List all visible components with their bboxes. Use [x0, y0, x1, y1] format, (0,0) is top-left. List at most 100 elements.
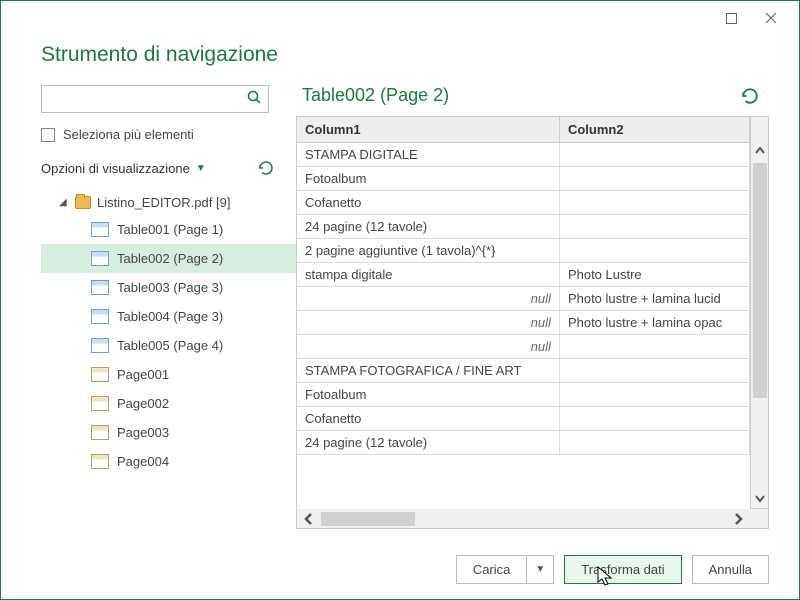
- window-titlebar: [1, 1, 799, 35]
- tree-item[interactable]: Table001 (Page 1): [41, 215, 296, 244]
- horizontal-scrollbar[interactable]: [296, 509, 769, 529]
- footer: Carica ▼ Trasforma dati Annulla: [1, 539, 799, 599]
- column-header[interactable]: Column2: [559, 117, 749, 143]
- tree-item[interactable]: Table002 (Page 2): [41, 244, 296, 273]
- tree-item-label: Table002 (Page 2): [117, 251, 223, 266]
- cell: [559, 383, 749, 407]
- tree-item[interactable]: Page003: [41, 418, 296, 447]
- table-row[interactable]: 24 pagine (12 tavole): [297, 215, 750, 239]
- table-row[interactable]: Fotoalbum: [297, 167, 750, 191]
- column-header[interactable]: Column1: [297, 117, 559, 143]
- folder-icon: [75, 196, 91, 209]
- cell: 2 pagine aggiuntive (1 tavola)^{*}: [297, 239, 559, 263]
- tree-item[interactable]: Page002: [41, 389, 296, 418]
- cell: STAMPA FOTOGRAFICA / FINE ART: [297, 359, 559, 383]
- table-row[interactable]: Fotoalbum: [297, 383, 750, 407]
- tree-item[interactable]: Table003 (Page 3): [41, 273, 296, 302]
- tree-item[interactable]: Page001: [41, 360, 296, 389]
- cell: [559, 215, 749, 239]
- close-button[interactable]: [751, 4, 791, 32]
- tree-item-label: Table005 (Page 4): [117, 338, 223, 353]
- tree-item-label: Page001: [117, 367, 169, 382]
- load-button[interactable]: Carica ▼: [456, 555, 554, 584]
- refresh-icon[interactable]: [258, 160, 274, 176]
- vertical-scrollbar[interactable]: [751, 116, 769, 509]
- table-icon: [91, 251, 109, 266]
- transform-button[interactable]: Trasforma dati: [564, 555, 681, 584]
- cell: null: [297, 287, 559, 311]
- table-row[interactable]: STAMPA FOTOGRAFICA / FINE ART: [297, 359, 750, 383]
- cell: Photo Lustre: [559, 263, 749, 287]
- preview-panel: Table002 (Page 2) Column1 Column2 ST: [296, 85, 769, 529]
- left-panel: Seleziona più elementi Opzioni di visual…: [41, 85, 296, 529]
- cell: [559, 335, 749, 359]
- cell: Cofanetto: [297, 407, 559, 431]
- table-icon: [91, 338, 109, 353]
- cell: Fotoalbum: [297, 383, 559, 407]
- scroll-thumb[interactable]: [753, 163, 767, 398]
- table-row[interactable]: stampa digitalePhoto Lustre: [297, 263, 750, 287]
- sheet-icon: [91, 396, 109, 411]
- display-options-label: Opzioni di visualizzazione: [41, 161, 190, 176]
- cell: STAMPA DIGITALE: [297, 143, 559, 167]
- table-row[interactable]: 24 pagine (12 tavole): [297, 431, 750, 455]
- cell: null: [297, 311, 559, 335]
- cell: [559, 407, 749, 431]
- cell: 24 pagine (12 tavole): [297, 431, 559, 455]
- sheet-icon: [91, 454, 109, 469]
- checkbox-icon: [41, 128, 55, 142]
- tree-item[interactable]: Page004: [41, 447, 296, 476]
- table-row[interactable]: 2 pagine aggiuntive (1 tavola)^{*}: [297, 239, 750, 263]
- refresh-preview-icon[interactable]: [741, 87, 759, 105]
- cell: [559, 191, 749, 215]
- cell: null: [297, 335, 559, 359]
- sheet-icon: [91, 367, 109, 382]
- table-row[interactable]: nullPhoto lustre + lamina opac: [297, 311, 750, 335]
- cell: [559, 239, 749, 263]
- load-label: Carica: [457, 556, 528, 583]
- scroll-up-icon: [754, 141, 766, 161]
- dialog-title: Strumento di navigazione: [1, 35, 799, 85]
- collapse-icon: ◢: [59, 197, 69, 208]
- table-row[interactable]: null: [297, 335, 750, 359]
- tree-item-label: Table004 (Page 3): [117, 309, 223, 324]
- table-icon: [91, 222, 109, 237]
- tree-item-label: Page003: [117, 425, 169, 440]
- maximize-button[interactable]: [711, 4, 751, 32]
- navigator-dialog: Strumento di navigazione Seleziona più e…: [0, 0, 800, 600]
- cancel-button[interactable]: Annulla: [692, 555, 769, 584]
- scroll-right-icon: [726, 512, 750, 526]
- tree-item-label: Table001 (Page 1): [117, 222, 223, 237]
- folder-label: Listino_EDITOR.pdf [9]: [97, 195, 230, 210]
- table-icon: [91, 309, 109, 324]
- cell: [559, 143, 749, 167]
- table-row[interactable]: Cofanetto: [297, 191, 750, 215]
- table-row[interactable]: nullPhoto lustre + lamina lucid: [297, 287, 750, 311]
- tree-item[interactable]: Table004 (Page 3): [41, 302, 296, 331]
- cell: [559, 167, 749, 191]
- preview-table: Column1 Column2 STAMPA DIGITALEFotoalbum…: [297, 117, 750, 455]
- tree-item-label: Table003 (Page 3): [117, 280, 223, 295]
- preview-title: Table002 (Page 2): [302, 85, 449, 106]
- tree-item-label: Page002: [117, 396, 169, 411]
- cell: stampa digitale: [297, 263, 559, 287]
- scroll-thumb[interactable]: [321, 512, 415, 526]
- tree-item[interactable]: Table005 (Page 4): [41, 331, 296, 360]
- multi-select-toggle[interactable]: Seleziona più elementi: [41, 127, 296, 142]
- table-row[interactable]: STAMPA DIGITALE: [297, 143, 750, 167]
- search-box[interactable]: [41, 85, 269, 113]
- caret-down-icon: ▼: [196, 163, 206, 174]
- load-dropdown-icon[interactable]: ▼: [527, 556, 553, 583]
- table-row[interactable]: Cofanetto: [297, 407, 750, 431]
- sheet-icon: [91, 425, 109, 440]
- cell: [559, 431, 749, 455]
- display-options-dropdown[interactable]: Opzioni di visualizzazione ▼: [41, 160, 296, 176]
- preview-table-container: Column1 Column2 STAMPA DIGITALEFotoalbum…: [296, 116, 769, 509]
- cell: [559, 359, 749, 383]
- tree-folder[interactable]: ◢ Listino_EDITOR.pdf [9]: [41, 190, 296, 215]
- search-icon: [246, 89, 262, 110]
- multi-select-label: Seleziona più elementi: [63, 127, 194, 142]
- search-input[interactable]: [48, 91, 246, 108]
- cell: Fotoalbum: [297, 167, 559, 191]
- cell: Photo lustre + lamina opac: [559, 311, 749, 335]
